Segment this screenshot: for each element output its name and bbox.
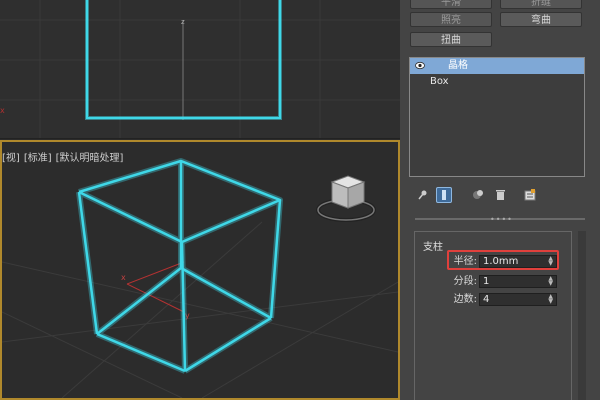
- make-unique-icon[interactable]: [470, 187, 486, 203]
- lattice-cube[interactable]: [76, 158, 283, 374]
- param-sides: 边数: 4 ▲ ▼: [415, 292, 573, 308]
- trash-icon[interactable]: [492, 187, 508, 203]
- segments-input[interactable]: 1 ▲ ▼: [479, 275, 557, 288]
- eye-icon[interactable]: [415, 61, 425, 70]
- param-label: 分段:: [453, 276, 477, 287]
- svg-text:x: x: [121, 273, 126, 282]
- divider-grip-icon: ••••: [490, 215, 513, 224]
- radius-highlight-box: [447, 250, 559, 270]
- segments-value: 1: [483, 276, 490, 287]
- param-label: 边数:: [453, 294, 477, 305]
- view-cube[interactable]: [316, 175, 376, 222]
- spinner-icon[interactable]: ▲ ▼: [548, 276, 553, 287]
- pin-stack-icon[interactable]: [414, 187, 430, 203]
- rollout-title[interactable]: 支柱: [423, 238, 443, 253]
- perspective-viewport[interactable]: [视] [标准] [默认明暗处理] x y: [0, 140, 400, 400]
- bend-button[interactable]: 弯曲: [500, 12, 582, 27]
- show-end-result-icon[interactable]: [436, 187, 452, 203]
- twist-button[interactable]: 扭曲: [410, 32, 492, 47]
- param-segments: 分段: 1 ▲ ▼: [415, 274, 573, 290]
- spinner-icon[interactable]: ▲ ▼: [548, 294, 553, 305]
- crease-button[interactable]: 折缝: [500, 0, 582, 9]
- stack-item-lattice[interactable]: 晶格: [410, 58, 584, 74]
- panel-scrollbar[interactable]: [578, 231, 586, 400]
- stack-toolbar: [414, 186, 538, 204]
- top-viewport-canvas: z x: [0, 0, 400, 138]
- top-viewport[interactable]: z x: [0, 0, 400, 139]
- stack-item-box[interactable]: Box: [410, 74, 584, 90]
- sides-value: 4: [483, 294, 490, 305]
- perspective-canvas: x y: [2, 158, 398, 398]
- configure-modifier-sets-icon[interactable]: [522, 187, 538, 203]
- svg-text:x: x: [0, 106, 5, 115]
- modifier-stack[interactable]: 晶格 Box: [409, 57, 585, 177]
- illuminate-button[interactable]: 照亮: [410, 12, 492, 27]
- stack-item-label: 晶格: [448, 60, 468, 71]
- stack-item-label: Box: [430, 76, 449, 87]
- smooth-button[interactable]: 平滑: [410, 0, 492, 9]
- svg-text:z: z: [181, 18, 185, 26]
- sides-input[interactable]: 4 ▲ ▼: [479, 293, 557, 306]
